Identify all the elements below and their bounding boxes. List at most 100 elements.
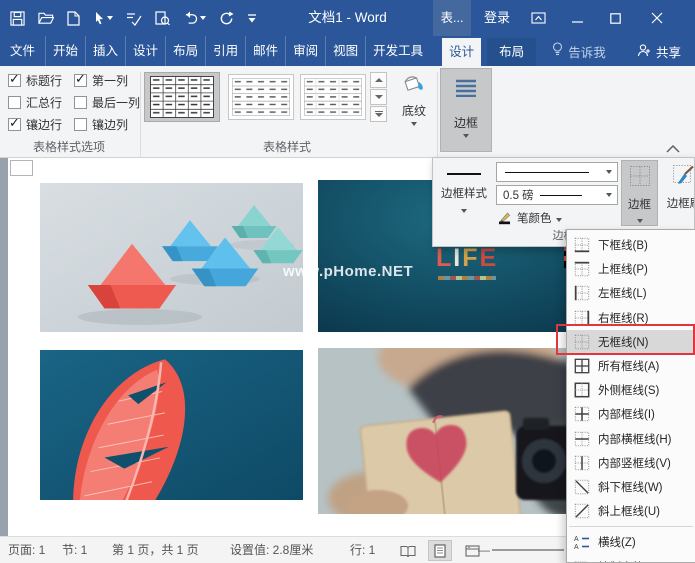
zoom-slider[interactable] — [492, 549, 564, 551]
menu-item-inside-borders[interactable]: 内部框线(I) — [567, 402, 695, 426]
menu-item-inside-horizontal-border[interactable]: 内部横框线(H) — [567, 427, 695, 451]
tab-insert[interactable]: 插入 — [86, 36, 126, 66]
title-bar: 文档1 - Word 表... 登录 — [0, 0, 695, 36]
touch-mode-icon[interactable] — [93, 9, 113, 27]
share-button[interactable]: 共享 — [637, 36, 695, 66]
menu-item-left-border[interactable]: 左框线(L) — [567, 281, 695, 305]
checkbox[interactable]: ✓ — [8, 74, 21, 87]
checkbox-label: 镶边行 — [26, 116, 62, 133]
tab-file[interactable]: 文件 — [0, 36, 46, 66]
read-mode-button[interactable] — [396, 540, 420, 561]
redo-icon[interactable] — [219, 9, 234, 27]
menu-item-diagonal-up-border[interactable]: 斜上框线(U) — [567, 499, 695, 523]
pen-color-icon — [497, 209, 513, 228]
undo-caret[interactable] — [200, 16, 206, 20]
checkbox[interactable]: ✓ — [74, 96, 87, 109]
maximize-button[interactable] — [597, 0, 633, 36]
table-style-thumbnail[interactable] — [300, 74, 366, 120]
checkbox-total-row[interactable]: ✓ 汇总行 — [8, 94, 62, 110]
gallery-scroll-up[interactable] — [370, 72, 387, 88]
touch-mode-caret[interactable] — [107, 16, 113, 20]
line-style-preview — [505, 172, 589, 173]
menu-item-all-borders[interactable]: 所有框线(A) — [567, 354, 695, 378]
border-styles-caret[interactable] — [461, 209, 467, 213]
checkbox-label: 最后一列 — [92, 94, 140, 111]
ribbon: ✓ 标题行 ✓ 第一列 ✓ 汇总行 ✓ 最后一列 ✓ 镶边行 ✓ 镶边列 表格样… — [0, 66, 695, 158]
status-page-count[interactable]: 第 1 页，共 1 页 — [112, 537, 199, 563]
tab-view[interactable]: 视图 — [326, 36, 366, 66]
borders-dropdown-caret[interactable] — [637, 219, 643, 223]
checkbox[interactable]: ✓ — [74, 74, 87, 87]
borders-group-button-pressed[interactable]: 边框 — [440, 68, 492, 152]
gallery-scroll-down[interactable] — [370, 89, 387, 105]
status-section[interactable]: 节: 1 — [62, 537, 87, 563]
border-styles-button[interactable]: 边框样式 — [435, 160, 493, 226]
shading-button[interactable]: 底纹 — [392, 70, 436, 126]
checkbox-banded-rows[interactable]: ✓ 镶边行 — [8, 116, 62, 132]
close-button[interactable] — [635, 0, 679, 36]
menu-item-bottom-border[interactable]: 下框线(B) — [567, 233, 695, 257]
menu-item-outside-borders[interactable]: 外侧框线(S) — [567, 378, 695, 402]
checkbox-banded-columns[interactable]: ✓ 镶边列 — [74, 116, 128, 132]
borders-button-caret[interactable] — [463, 134, 469, 138]
border-inside-horizontal-icon — [574, 431, 590, 447]
collapse-ribbon-chevron[interactable] — [666, 142, 680, 156]
menu-item-horizontal-line[interactable]: AA 横线(Z) — [567, 530, 695, 554]
spelling-check-icon[interactable] — [126, 9, 142, 27]
status-line[interactable]: 行: 1 — [350, 537, 375, 563]
pen-color-button[interactable]: 笔颜色 — [497, 209, 593, 227]
tab-layout[interactable]: 布局 — [166, 36, 206, 66]
status-setting[interactable]: 设置值: 2.8厘米 — [230, 537, 313, 563]
tab-table-design-active[interactable]: 设计 — [442, 38, 481, 66]
watermark: www.pHome.NET — [283, 263, 413, 280]
line-style-dropdown[interactable] — [496, 162, 618, 182]
table-style-thumbnail-selected[interactable] — [144, 72, 220, 122]
tab-developer[interactable]: 开发工具 — [366, 36, 430, 66]
checkbox-last-column[interactable]: ✓ 最后一列 — [74, 94, 140, 110]
sign-in-button[interactable]: 登录 — [476, 0, 518, 36]
save-icon[interactable] — [10, 9, 25, 27]
borders-dropdown-button-pressed[interactable]: 边框 — [621, 160, 658, 226]
menu-item-diagonal-down-border[interactable]: 斜下框线(W) — [567, 475, 695, 499]
border-inside-icon — [574, 406, 590, 422]
checkbox[interactable]: ✓ — [8, 118, 21, 131]
checkbox[interactable]: ✓ — [74, 118, 87, 131]
status-page[interactable]: 页面: 1 — [8, 537, 45, 563]
tab-review[interactable]: 审阅 — [286, 36, 326, 66]
tab-design[interactable]: 设计 — [126, 36, 166, 66]
photo-heart-notebook[interactable] — [318, 348, 588, 514]
svg-text:A: A — [574, 544, 579, 550]
line-weight-dropdown[interactable]: 0.5 磅 — [496, 185, 618, 205]
photo-feather[interactable] — [40, 350, 303, 500]
open-icon[interactable] — [38, 9, 54, 27]
border-inside-vertical-icon — [574, 455, 590, 471]
checkbox[interactable]: ✓ — [8, 96, 21, 109]
paint-bucket-icon — [401, 70, 427, 99]
tab-references[interactable]: 引用 — [206, 36, 246, 66]
borders-grid-icon — [629, 165, 651, 190]
ribbon-display-options-icon[interactable] — [521, 0, 555, 36]
checkbox-header-row[interactable]: ✓ 标题行 — [8, 72, 62, 88]
menu-item-inside-vertical-border[interactable]: 内部竖框线(V) — [567, 451, 695, 475]
minimize-button[interactable] — [559, 0, 595, 36]
undo-icon[interactable] — [183, 9, 206, 27]
group-label-style-options: 表格样式选项 — [0, 138, 138, 155]
tab-mailings[interactable]: 邮件 — [246, 36, 286, 66]
tell-me-box[interactable]: 告诉我 — [546, 36, 612, 66]
photo-paper-boats[interactable] — [40, 183, 303, 332]
menu-item-top-border[interactable]: 上框线(P) — [567, 257, 695, 281]
borders-button-label: 边框 — [454, 114, 478, 131]
gallery-more-button[interactable] — [370, 106, 387, 122]
checkbox-first-column[interactable]: ✓ 第一列 — [74, 72, 128, 88]
shading-caret[interactable] — [411, 122, 417, 126]
print-layout-button[interactable] — [428, 540, 452, 561]
zoom-out-button[interactable]: — — [478, 537, 490, 563]
customize-qat-icon[interactable] — [247, 9, 257, 27]
tab-home[interactable]: 开始 — [46, 36, 86, 66]
new-document-icon[interactable] — [67, 9, 80, 27]
print-preview-icon[interactable] — [155, 9, 170, 27]
border-painter-button[interactable]: 边框刷 — [662, 160, 695, 226]
table-style-thumbnail[interactable] — [228, 74, 294, 120]
tab-table-layout[interactable]: 布局 — [487, 38, 536, 66]
menu-item-draw-table[interactable]: 绘制表格(D) — [567, 554, 695, 563]
